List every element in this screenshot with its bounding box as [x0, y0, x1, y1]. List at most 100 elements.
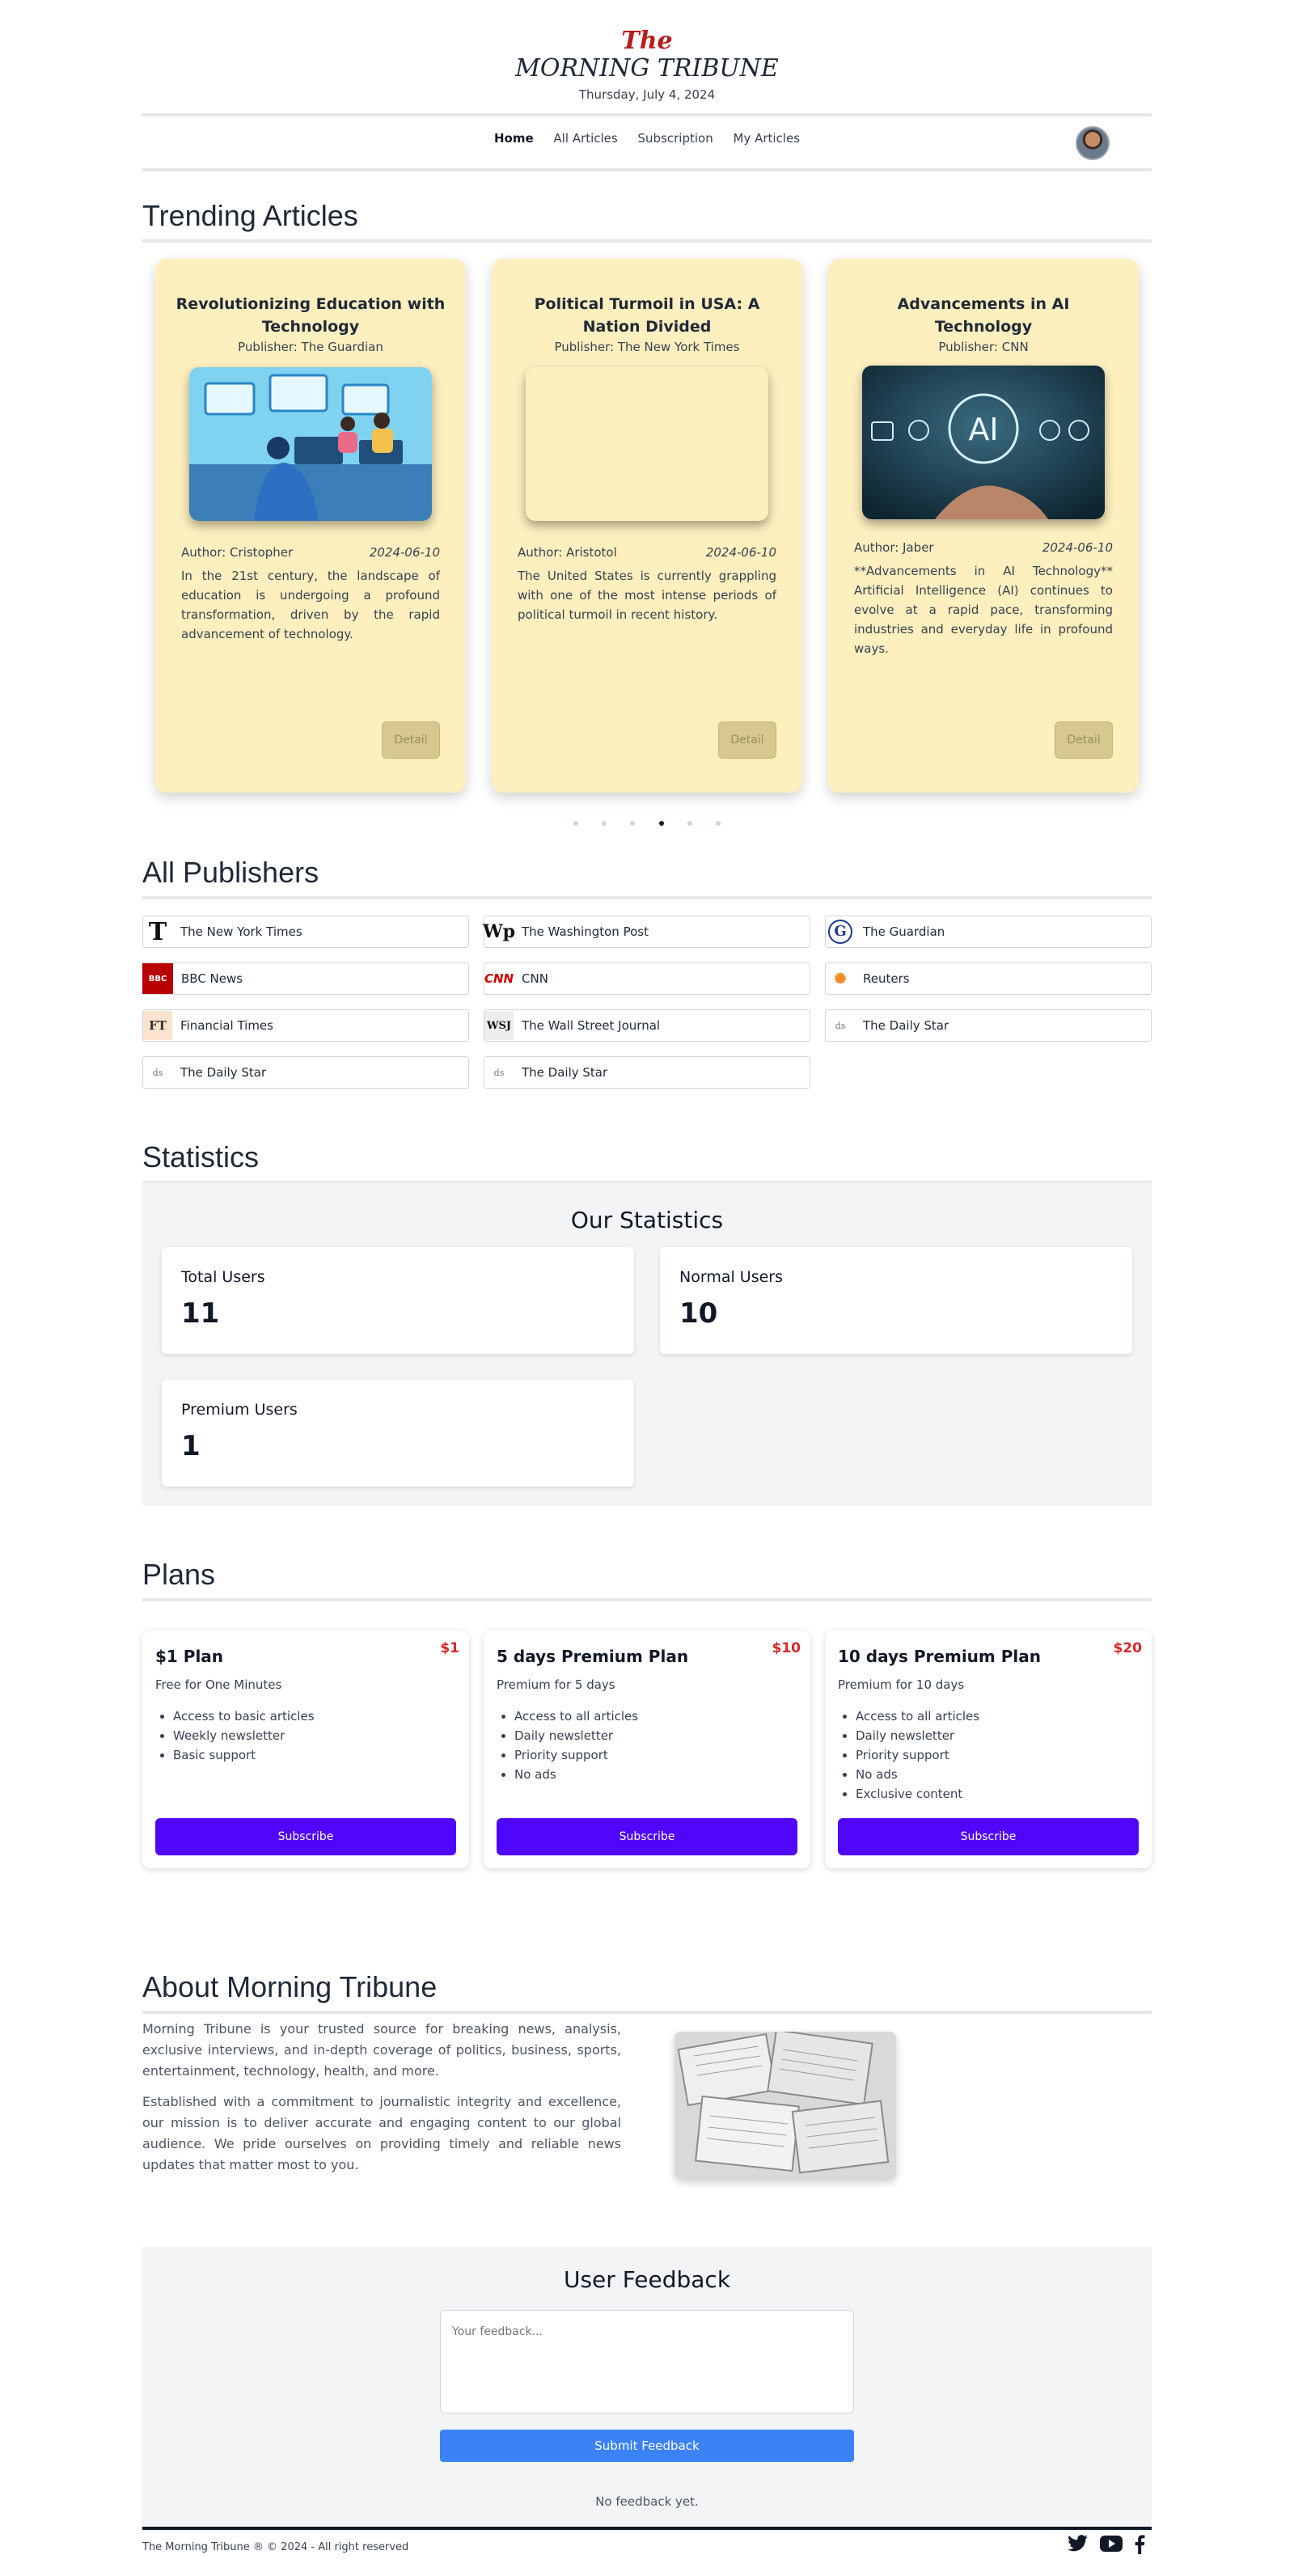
- publisher-item[interactable]: T The New York Times: [142, 916, 469, 948]
- article-publisher: Publisher: The New York Times: [554, 340, 740, 354]
- facebook-icon[interactable]: [1134, 2535, 1145, 2557]
- feedback-input[interactable]: [440, 2310, 854, 2413]
- nyt-logo: T: [148, 917, 167, 946]
- plan-card: $20 10 days Premium Plan Premium for 10 …: [825, 1631, 1152, 1868]
- masthead: The MORNING TRIBUNE Thursday, July 4, 20…: [0, 27, 1294, 103]
- about-title: About Morning Tribune: [142, 1970, 438, 2003]
- plan-feature: Daily newsletter: [514, 1726, 797, 1745]
- publisher-item[interactable]: FT Financial Times: [142, 1009, 469, 1042]
- publisher-item[interactable]: ds The Daily Star: [484, 1056, 810, 1089]
- publisher-item[interactable]: G The Guardian: [825, 916, 1152, 948]
- article-card: Political Turmoil in USA: A Nation Divid…: [492, 259, 802, 793]
- article-date: 2024-06-10: [705, 545, 776, 560]
- plan-feature: Priority support: [514, 1745, 797, 1765]
- plan-feature: Daily newsletter: [856, 1726, 1139, 1745]
- article-image-placeholder: [526, 367, 768, 521]
- article-title: Revolutionizing Education with Technolog…: [175, 295, 446, 336]
- publisher-name: BBC News: [181, 971, 243, 986]
- article-card: Revolutionizing Education with Technolog…: [155, 259, 466, 793]
- carousel-dot[interactable]: [602, 821, 607, 826]
- detail-button[interactable]: Detail: [382, 721, 440, 759]
- plans-divider: [142, 1598, 1152, 1601]
- trending-divider: [142, 239, 1152, 243]
- publisher-item[interactable]: WSJ The Wall Street Journal: [484, 1009, 810, 1042]
- nav-divider: [142, 168, 1152, 171]
- plan-feature: Weekly newsletter: [173, 1726, 456, 1745]
- twitter-icon[interactable]: [1068, 2535, 1089, 2557]
- nav-all-articles[interactable]: All Articles: [553, 131, 617, 146]
- statistics-title: Statistics: [142, 1140, 260, 1174]
- plan-description: Premium for 10 days: [838, 1677, 965, 1692]
- publisher-item[interactable]: Wp The Washington Post: [483, 916, 810, 948]
- carousel-dot[interactable]: [715, 821, 721, 826]
- article-publisher: Publisher: CNN: [938, 340, 1029, 354]
- publisher-name: The Washington Post: [522, 924, 649, 939]
- publisher-item[interactable]: CNN CNN: [484, 962, 810, 995]
- carousel-dot-active[interactable]: [658, 821, 664, 826]
- cnn-logo: CNN: [484, 971, 514, 986]
- newspapers-illustration: [674, 2032, 896, 2179]
- publisher-name: The Daily Star: [863, 1018, 949, 1033]
- subscribe-button[interactable]: Subscribe: [155, 1818, 456, 1855]
- detail-button[interactable]: Detail: [718, 721, 776, 759]
- plan-card: $10 5 days Premium Plan Premium for 5 da…: [484, 1631, 810, 1868]
- nav-home[interactable]: Home: [494, 131, 534, 146]
- carousel-dot[interactable]: [630, 821, 636, 826]
- stat-value: 10: [679, 1297, 718, 1330]
- reuters-logo: ✺: [834, 970, 847, 988]
- plan-description: Premium for 5 days: [497, 1677, 615, 1692]
- publishers-divider: [142, 896, 1152, 899]
- stat-value: 1: [181, 1430, 201, 1462]
- statistics-panel: Our Statistics Total Users 11 Normal Use…: [142, 1182, 1152, 1506]
- plans-title: Plans: [142, 1558, 216, 1591]
- social-links: [1056, 2535, 1145, 2557]
- article-meta: Author: Aristotol 2024-06-10: [492, 545, 802, 560]
- submit-feedback-button[interactable]: Submit Feedback: [440, 2430, 854, 2462]
- publisher-name: The Wall Street Journal: [522, 1018, 661, 1033]
- publisher-item[interactable]: ✺ Reuters: [825, 962, 1152, 995]
- subscribe-button[interactable]: Subscribe: [497, 1818, 797, 1855]
- carousel-dot[interactable]: [687, 821, 692, 826]
- publisher-item[interactable]: BBC BBC News: [142, 962, 469, 995]
- publisher-item[interactable]: ds The Daily Star: [142, 1056, 469, 1089]
- ft-logo: FT: [143, 1011, 172, 1040]
- publisher-item[interactable]: ds The Daily Star: [825, 1009, 1152, 1042]
- article-excerpt: **Advancements in AI Technology** Artifi…: [854, 564, 1113, 656]
- carousel-dot[interactable]: [573, 821, 579, 826]
- nav-subscription[interactable]: Subscription: [638, 131, 713, 146]
- plan-feature: No ads: [856, 1765, 1139, 1784]
- user-avatar[interactable]: [1076, 126, 1110, 160]
- stat-label: Normal Users: [679, 1268, 783, 1286]
- detail-button[interactable]: Detail: [1055, 721, 1113, 759]
- plan-feature: No ads: [514, 1765, 797, 1784]
- subscribe-button[interactable]: Subscribe: [838, 1818, 1139, 1855]
- daily-star-logo: ds: [493, 1067, 505, 1078]
- article-title: Political Turmoil in USA: A Nation Divid…: [534, 295, 760, 336]
- publishers-title: All Publishers: [142, 856, 319, 889]
- article-author: Author: Cristopher: [181, 545, 294, 560]
- publisher-name: The Daily Star: [180, 1065, 267, 1080]
- plan-price: $20: [1113, 1640, 1143, 1656]
- article-date: 2024-06-10: [369, 545, 440, 560]
- stat-label: Premium Users: [181, 1401, 298, 1419]
- plan-features: Access to all articles Daily newsletter …: [838, 1707, 1139, 1804]
- ai-image-label: AI: [968, 412, 998, 447]
- article-image: [189, 367, 432, 521]
- plan-price: $10: [772, 1640, 801, 1656]
- article-date: 2024-06-10: [1042, 540, 1113, 555]
- statistics-heading: Our Statistics: [570, 1207, 724, 1233]
- youtube-icon[interactable]: [1100, 2535, 1123, 2557]
- plan-feature: Access to all articles: [856, 1707, 1139, 1726]
- feedback-panel: User Feedback Submit Feedback No feedbac…: [142, 2247, 1152, 2525]
- plan-feature: Exclusive content: [856, 1784, 1139, 1804]
- article-image: AI: [862, 366, 1105, 519]
- about-paragraph: Established with a commitment to journal…: [142, 2094, 621, 2172]
- plan-price: $1: [440, 1640, 459, 1656]
- stat-value: 11: [181, 1297, 220, 1330]
- stat-card-normal: Normal Users 10: [660, 1247, 1132, 1354]
- publisher-name: Financial Times: [180, 1018, 273, 1033]
- trending-title: Trending Articles: [142, 199, 358, 232]
- newspapers-image: [674, 2032, 896, 2179]
- nav-my-articles[interactable]: My Articles: [734, 131, 801, 146]
- plan-feature: Priority support: [856, 1745, 1139, 1765]
